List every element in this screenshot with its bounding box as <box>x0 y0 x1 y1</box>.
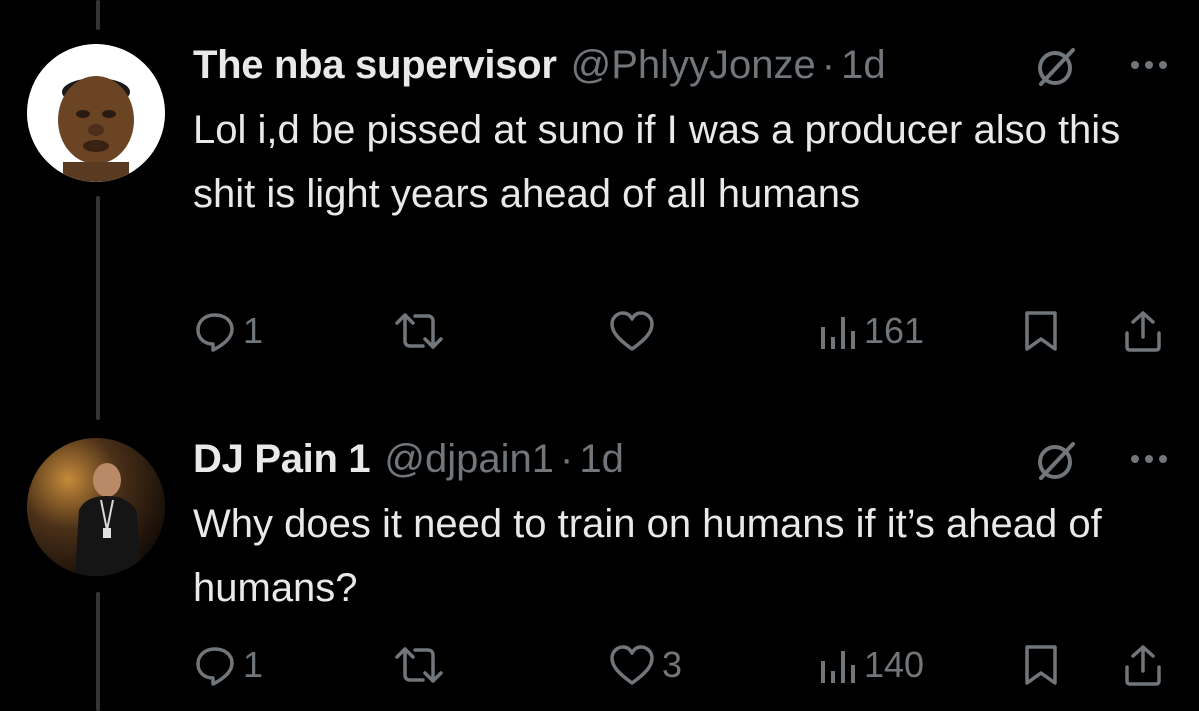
grok-icon[interactable] <box>1033 438 1079 489</box>
tweet-2[interactable]: DJ Pain 1 @djpain1 · 1d Why does it need… <box>0 400 1199 711</box>
display-name[interactable]: The nba supervisor <box>193 43 557 88</box>
like-button[interactable]: 3 <box>608 640 682 690</box>
share-button[interactable] <box>1121 640 1165 690</box>
avatar[interactable] <box>27 44 165 182</box>
separator-dot: · <box>560 436 574 481</box>
reply-button[interactable]: 1 <box>193 306 263 356</box>
views-icon <box>818 643 858 687</box>
like-count: 3 <box>662 644 683 685</box>
reply-icon <box>193 643 237 687</box>
display-name[interactable]: DJ Pain 1 <box>193 437 371 482</box>
share-button[interactable] <box>1121 306 1165 356</box>
retweet-icon <box>393 309 445 353</box>
timestamp[interactable]: 1d <box>841 43 886 88</box>
share-icon <box>1121 309 1165 353</box>
avatar[interactable] <box>27 438 165 576</box>
like-icon <box>608 643 656 687</box>
views-icon <box>818 309 858 353</box>
more-icon[interactable] <box>1129 452 1169 470</box>
action-bar: 1 3 140 <box>193 640 1169 690</box>
views-button[interactable]: 140 <box>818 640 924 690</box>
retweet-button[interactable] <box>393 306 445 356</box>
reply-icon <box>193 309 237 353</box>
tweet-text: Lol i,d be pissed at suno if I was a pro… <box>193 108 1121 216</box>
timestamp[interactable]: 1d <box>579 437 624 482</box>
tweet-header: DJ Pain 1 @djpain1 · 1d <box>193 434 624 484</box>
bookmark-icon <box>1021 643 1061 687</box>
reply-button[interactable]: 1 <box>193 640 263 690</box>
action-bar: 1 161 <box>193 306 1169 356</box>
like-button[interactable] <box>608 306 662 356</box>
grok-icon[interactable] <box>1033 44 1079 95</box>
user-handle[interactable]: @PhlyyJonze <box>571 43 816 88</box>
more-icon[interactable] <box>1129 58 1169 76</box>
views-button[interactable]: 161 <box>818 306 924 356</box>
view-count: 161 <box>864 310 925 351</box>
bookmark-icon <box>1021 309 1061 353</box>
bookmark-button[interactable] <box>1021 306 1061 356</box>
bookmark-button[interactable] <box>1021 640 1061 690</box>
tweet-1[interactable]: The nba supervisor @PhlyyJonze · 1d Lol … <box>0 0 1199 400</box>
like-icon <box>608 309 656 353</box>
share-icon <box>1121 643 1165 687</box>
separator-dot: · <box>821 42 836 87</box>
retweet-icon <box>393 643 445 687</box>
retweet-button[interactable] <box>393 640 445 690</box>
tweet-header: The nba supervisor @PhlyyJonze · 1d <box>193 40 886 90</box>
reply-count: 1 <box>243 310 264 351</box>
view-count: 140 <box>864 644 925 685</box>
reply-count: 1 <box>243 644 264 685</box>
user-handle[interactable]: @djpain1 <box>384 437 554 482</box>
tweet-text: Why does it need to train on humans if i… <box>193 502 1102 610</box>
